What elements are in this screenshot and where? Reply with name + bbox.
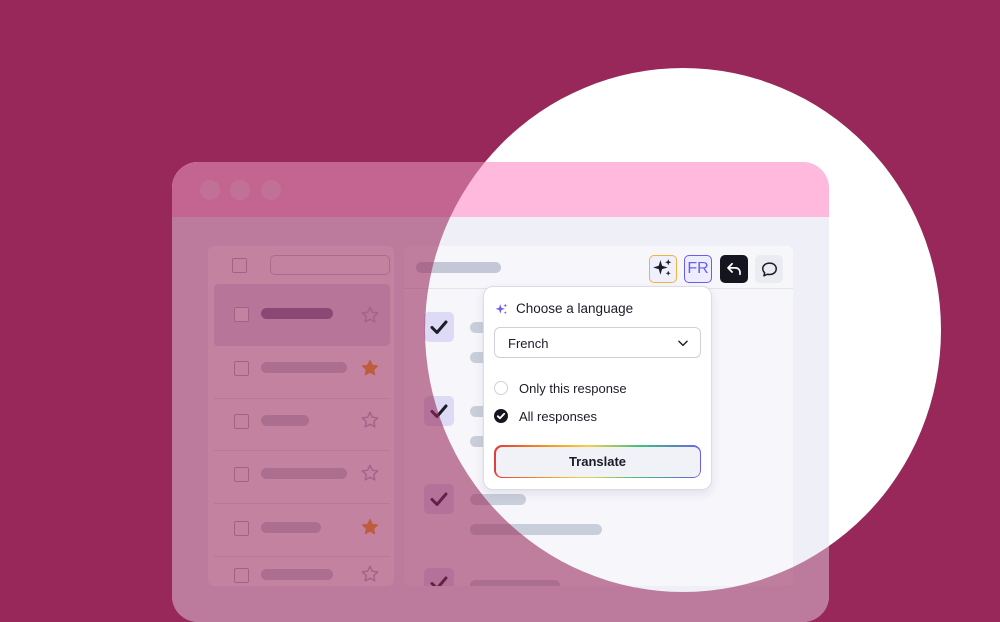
radio-unchecked[interactable]	[494, 381, 508, 395]
responses-toolbar: FR	[404, 246, 793, 289]
title-placeholder	[416, 262, 501, 273]
window-maximize-dot[interactable]	[261, 180, 281, 200]
promo-scene: FR Choose a language French Only this re…	[0, 0, 1000, 622]
list-item[interactable]	[214, 284, 390, 346]
option-label: All responses	[519, 409, 598, 424]
translate-button-label: Translate	[495, 446, 700, 477]
list-item[interactable]	[214, 451, 390, 504]
option-label: Only this response	[519, 381, 627, 396]
language-select-value: French	[508, 336, 549, 351]
row-checkbox[interactable]	[234, 467, 249, 482]
inbox-header	[208, 246, 394, 284]
reply-button[interactable]	[720, 255, 748, 283]
star-outline-icon[interactable]	[360, 305, 380, 325]
language-code-button[interactable]: FR	[684, 255, 712, 283]
row-checkbox[interactable]	[234, 307, 249, 322]
list-item[interactable]	[214, 556, 390, 586]
list-item[interactable]	[214, 504, 390, 557]
row-checkbox[interactable]	[234, 568, 249, 583]
reply-icon	[727, 262, 741, 276]
list-item[interactable]	[214, 346, 390, 399]
sparkle-icon	[495, 303, 508, 315]
subject-placeholder	[261, 569, 333, 580]
star-outline-icon[interactable]	[360, 564, 380, 584]
subject-placeholder	[261, 362, 347, 373]
language-select[interactable]: French	[494, 327, 701, 358]
subject-placeholder	[261, 468, 347, 479]
row-checkbox[interactable]	[234, 521, 249, 536]
response-text-placeholder	[470, 524, 602, 535]
list-item[interactable]	[214, 398, 390, 451]
subject-placeholder	[261, 522, 321, 533]
inbox-search-input[interactable]	[270, 255, 390, 275]
subject-placeholder	[261, 415, 309, 426]
inbox-list	[208, 246, 394, 586]
checkmark-icon	[430, 404, 448, 418]
translate-popup: Choose a language French Only this respo…	[483, 286, 712, 490]
response-checkbox[interactable]	[424, 396, 454, 426]
comment-bubble-icon	[761, 261, 777, 277]
response-text-placeholder	[470, 580, 560, 586]
popup-title: Choose a language	[516, 301, 634, 316]
checkmark-icon	[430, 320, 448, 334]
subject-placeholder	[261, 308, 333, 319]
star-filled-icon[interactable]	[360, 358, 380, 378]
star-outline-icon[interactable]	[360, 410, 380, 430]
row-checkbox[interactable]	[234, 414, 249, 429]
star-filled-icon[interactable]	[360, 517, 380, 537]
response-text-placeholder	[470, 494, 526, 505]
window-minimize-dot[interactable]	[230, 180, 250, 200]
row-checkbox[interactable]	[234, 361, 249, 376]
window-close-dot[interactable]	[200, 180, 220, 200]
checkmark-icon	[430, 492, 448, 506]
checkmark-icon	[430, 576, 448, 586]
response-checkbox[interactable]	[424, 568, 454, 586]
comment-button[interactable]	[755, 255, 783, 283]
star-outline-icon[interactable]	[360, 463, 380, 483]
translate-button[interactable]: Translate	[494, 445, 701, 478]
response-checkbox[interactable]	[424, 312, 454, 342]
ai-translate-button[interactable]	[649, 255, 677, 283]
sparkle-icon	[653, 259, 672, 276]
window-titlebar	[172, 162, 829, 217]
checkmark-icon	[496, 412, 506, 420]
select-all-checkbox[interactable]	[232, 258, 247, 273]
chevron-down-icon	[678, 340, 688, 347]
response-checkbox[interactable]	[424, 484, 454, 514]
radio-checked[interactable]	[494, 409, 508, 423]
